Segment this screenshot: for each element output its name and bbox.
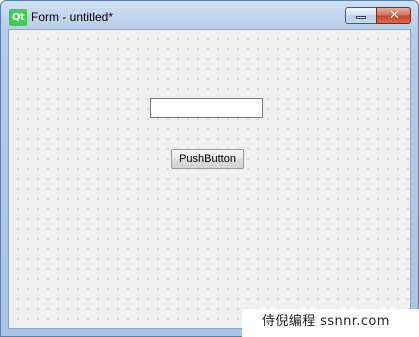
site-watermark: 侍倪编程 ssnnr.com: [242, 309, 419, 337]
designer-form-window: Qt Form - untitled* ✕ PushButton: [0, 0, 419, 337]
qt-logo-icon: Qt: [9, 9, 27, 26]
window-controls: ✕: [345, 7, 411, 25]
title-bar[interactable]: Qt Form - untitled* ✕: [1, 1, 418, 29]
form-canvas[interactable]: PushButton: [8, 29, 411, 329]
minimize-button[interactable]: [345, 7, 376, 24]
line-edit[interactable]: [150, 98, 263, 118]
close-button[interactable]: ✕: [376, 7, 411, 24]
push-button[interactable]: PushButton: [171, 149, 244, 169]
window-title: Form - untitled*: [31, 10, 114, 24]
minimize-icon: [356, 16, 366, 19]
close-icon: ✕: [389, 8, 400, 23]
